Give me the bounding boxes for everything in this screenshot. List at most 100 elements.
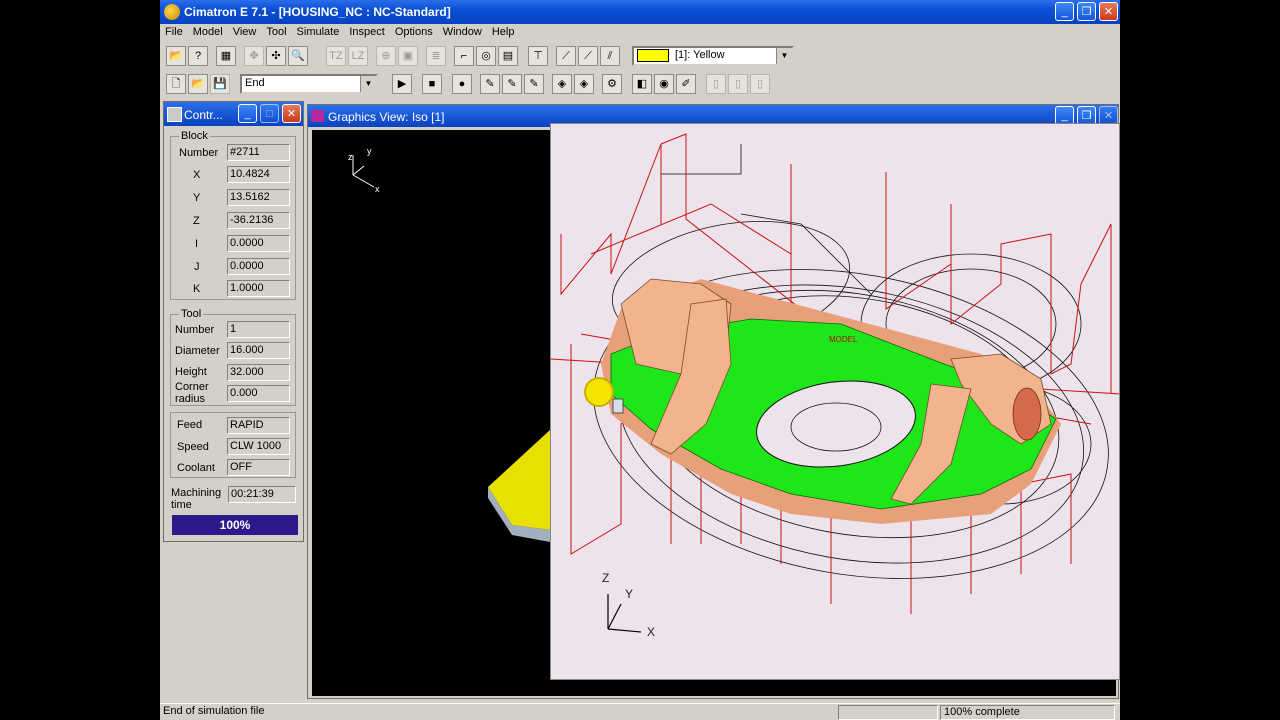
- menu-help[interactable]: Help: [487, 24, 520, 38]
- menu-tool[interactable]: Tool: [261, 24, 291, 38]
- restore-button[interactable]: ❐: [1077, 2, 1096, 21]
- ring-icon[interactable]: ◉: [654, 74, 674, 94]
- title-bar: Cimatron E 7.1 - [HOUSING_NC : NC-Standa…: [160, 0, 1120, 24]
- speed-label: Speed: [177, 441, 209, 453]
- grid-view-icon[interactable]: ▦: [216, 46, 236, 66]
- tool-cutter: [584, 377, 614, 407]
- menu-options[interactable]: Options: [390, 24, 438, 38]
- save-icon[interactable]: 💾: [210, 74, 230, 94]
- brush-icon[interactable]: ✐: [676, 74, 696, 94]
- stock-icon[interactable]: ◧: [632, 74, 652, 94]
- right-bore: [1012, 387, 1042, 441]
- zoom-icon[interactable]: 🔍: [288, 46, 308, 66]
- stack-icon[interactable]: ≣: [426, 46, 446, 66]
- material-a-icon[interactable]: ◈: [552, 74, 572, 94]
- machining-time-label: time: [171, 499, 192, 511]
- status-message: End of simulation file: [163, 705, 265, 717]
- color-combo-value: [1]: Yellow: [675, 49, 725, 61]
- toolbar-top: 📂 ? ▦ ✥ ✣ 🔍 TZ LZ ⊕ ▣ ≣ ⌐ ◎ ▤ ⊤ ⟋ ⟋ ⫽ [1…: [160, 43, 1120, 69]
- k-field: 1.0000: [227, 280, 290, 297]
- new-file-icon[interactable]: 🗋: [166, 74, 186, 94]
- open-folder-icon[interactable]: 📂: [166, 46, 186, 66]
- axis-z-label: Z: [602, 571, 609, 585]
- lz-icon[interactable]: LZ: [348, 46, 368, 66]
- disabled-b-icon[interactable]: ▯: [728, 74, 748, 94]
- cutter-path-icon[interactable]: ⟋: [578, 46, 598, 66]
- stop-icon[interactable]: ■: [422, 74, 442, 94]
- pick-icon[interactable]: ✥: [244, 46, 264, 66]
- center-icon[interactable]: ⊕: [376, 46, 396, 66]
- material-b-icon[interactable]: ◈: [574, 74, 594, 94]
- menu-simulate[interactable]: Simulate: [292, 24, 345, 38]
- disabled-a-icon[interactable]: ▯: [706, 74, 726, 94]
- small-axis-y: [352, 165, 365, 176]
- machining-label: Machining: [171, 487, 222, 499]
- axis-x-line: [607, 628, 642, 633]
- tz-icon[interactable]: TZ: [326, 46, 346, 66]
- x-field: 10.4824: [227, 166, 290, 183]
- help-pointer-icon[interactable]: ?: [188, 46, 208, 66]
- simulation-progress-bar: 100%: [172, 515, 298, 535]
- simulate-a-icon[interactable]: ✎: [480, 74, 500, 94]
- z-label: Z: [193, 215, 200, 227]
- status-empty-pane: [838, 705, 938, 720]
- close-button[interactable]: ✕: [1099, 2, 1118, 21]
- small-axis-x: [352, 174, 375, 188]
- chevron-down-icon[interactable]: ▼: [360, 76, 376, 92]
- simulation-render[interactable]: MODEL Z Y X: [550, 123, 1120, 680]
- simulation-progress-text: 100%: [219, 518, 251, 532]
- y-label: Y: [193, 192, 201, 204]
- chevron-down-icon[interactable]: ▼: [776, 48, 792, 64]
- machining-time-field: 00:21:39: [228, 486, 296, 503]
- control-panel-title-bar: Contr... _ □ ✕: [164, 102, 303, 126]
- color-combo[interactable]: [1]: Yellow ▼: [632, 46, 794, 66]
- panel-close-button[interactable]: ✕: [282, 104, 301, 123]
- height-field: 32.000: [227, 364, 290, 381]
- simulation-render-svg: MODEL Z Y X: [551, 133, 1119, 639]
- panel-maximize-button[interactable]: □: [260, 104, 279, 123]
- machine-icon[interactable]: ⚙: [602, 74, 622, 94]
- simulate-c-icon[interactable]: ✎: [524, 74, 544, 94]
- sheet-icon[interactable]: ▤: [498, 46, 518, 66]
- axis-x-label: X: [647, 625, 655, 639]
- small-axis-y-label: y: [367, 146, 372, 156]
- small-axis-x-label: x: [375, 184, 380, 194]
- coolant-field: OFF: [227, 459, 290, 476]
- target-icon[interactable]: ◎: [476, 46, 496, 66]
- status-progress: 100% complete: [940, 705, 1115, 720]
- toolbar-simulation: 🗋 📂 💾 End ▼ ▶ ■ ● ✎ ✎ ✎ ◈ ◈ ⚙ ◧ ◉ ✐ ▯ ▯ …: [160, 71, 1120, 97]
- play-icon[interactable]: ▶: [392, 74, 412, 94]
- disabled-c-icon[interactable]: ▯: [750, 74, 770, 94]
- yellow-swatch: [637, 48, 669, 62]
- diameter-field: 16.000: [227, 342, 290, 359]
- menu-inspect[interactable]: Inspect: [344, 24, 389, 38]
- control-panel: Contr... _ □ ✕ Block Number #2711 X 10.4…: [163, 101, 304, 542]
- menu-model[interactable]: Model: [188, 24, 228, 38]
- window-title: Cimatron E 7.1 - [HOUSING_NC : NC-Standa…: [184, 5, 451, 19]
- model-label: MODEL: [829, 335, 858, 344]
- panel-icon: [167, 107, 182, 122]
- menu-view[interactable]: View: [228, 24, 262, 38]
- corner-label: Corner: [175, 381, 209, 393]
- cimatron-logo-icon: [164, 4, 180, 20]
- block-number-label: Number: [179, 147, 219, 159]
- multi-cutter-icon[interactable]: ⫽: [600, 46, 620, 66]
- graphics-view-icon: [311, 110, 324, 122]
- box-icon[interactable]: ▣: [398, 46, 418, 66]
- tool-holder-icon[interactable]: ⊤: [528, 46, 548, 66]
- menu-window[interactable]: Window: [438, 24, 487, 38]
- panel-minimize-button[interactable]: _: [238, 104, 257, 123]
- minimize-button[interactable]: _: [1055, 2, 1074, 21]
- corner-icon[interactable]: ⌐: [454, 46, 474, 66]
- open-file-icon[interactable]: 📂: [188, 74, 208, 94]
- axis-y-line: [607, 603, 622, 630]
- record-icon[interactable]: ●: [452, 74, 472, 94]
- simulation-mode-combo[interactable]: End ▼: [240, 74, 378, 94]
- pan-icon[interactable]: ✣: [266, 46, 286, 66]
- speed-field: CLW 1000: [227, 438, 290, 455]
- block-group: Block Number #2711 X 10.4824 Y 13.5162 Z…: [170, 130, 296, 300]
- stock-yellow-face: [488, 430, 550, 530]
- menu-file[interactable]: File: [160, 24, 188, 38]
- cutter-icon[interactable]: ⟋: [556, 46, 576, 66]
- simulate-b-icon[interactable]: ✎: [502, 74, 522, 94]
